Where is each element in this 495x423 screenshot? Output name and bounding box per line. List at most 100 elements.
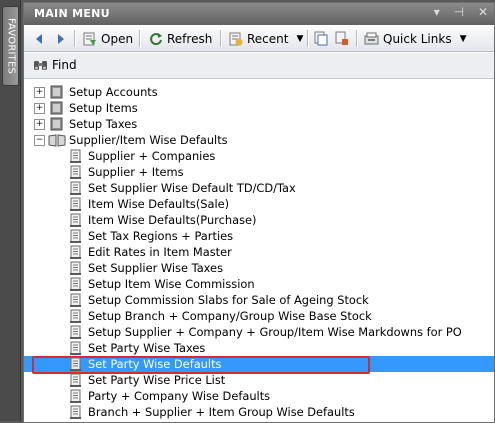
open-book-icon	[48, 134, 66, 147]
find-bar[interactable]: Find	[24, 53, 494, 79]
recent-icon	[229, 32, 243, 46]
tree-item[interactable]: Item Wise Defaults(Sale)	[24, 196, 494, 212]
delete-page-icon	[335, 31, 348, 45]
tree-item-label: Party + Company Wise Defaults	[88, 389, 271, 403]
document-icon	[70, 373, 81, 387]
tree-item[interactable]: Setup Supplier + Company + Group/Item Wi…	[24, 324, 494, 340]
document-icon	[70, 341, 81, 355]
tree-item-label: Set Supplier Wise Taxes	[88, 261, 224, 275]
tree-item[interactable]: Item Wise Defaults(Purchase)	[24, 212, 494, 228]
recent-button[interactable]: Recent ▼	[229, 30, 303, 47]
quick-links-button[interactable]: Quick Links ▼	[364, 30, 467, 47]
chevron-down-icon: ▼	[459, 33, 467, 44]
tree-item-label: Edit Rates in Item Master	[88, 245, 232, 259]
tree-item[interactable]: Setup Commission Slabs for Sale of Agein…	[24, 292, 494, 308]
document-icon	[70, 357, 81, 371]
tree-item-label: Set Party Wise Defaults	[88, 357, 222, 371]
copy-page-icon	[314, 31, 328, 46]
book-icon	[50, 101, 63, 115]
tree-group-label: Supplier/Item Wise Defaults	[69, 133, 228, 147]
document-icon	[70, 229, 81, 243]
expand-plus-icon[interactable]: +	[34, 87, 45, 98]
favorites-tab[interactable]: FAVORITES	[2, 6, 19, 86]
document-icon	[70, 213, 81, 227]
tree-item[interactable]: Set Supplier Wise Taxes	[24, 260, 494, 276]
tree-item[interactable]: Supplier + Companies	[24, 148, 494, 164]
main-menu-panel: MAIN MENU ▾ ⊣ ✕ Open Refresh Recent ▼ Qu…	[23, 2, 495, 423]
tree-group-setup-accounts[interactable]: + Setup Accounts	[24, 84, 494, 100]
menu-tree: + Setup Accounts + Setup Items + Setup T…	[24, 81, 494, 422]
copy-button[interactable]	[314, 30, 328, 47]
document-icon	[70, 389, 81, 403]
window-title: MAIN MENU	[34, 7, 110, 20]
quick-links-icon	[364, 32, 379, 45]
tree-item-selected[interactable]: Set Party Wise Defaults	[24, 356, 494, 374]
book-icon	[50, 85, 63, 99]
document-icon	[70, 325, 81, 339]
tree-item-label: Set Tax Regions + Parties	[88, 229, 234, 243]
toolbar-separator	[74, 30, 76, 47]
collapse-minus-icon[interactable]: −	[34, 135, 45, 146]
recent-label: Recent	[247, 31, 289, 46]
tree-group-setup-taxes[interactable]: + Setup Taxes	[24, 116, 494, 132]
tree-item[interactable]: Set Party Wise Taxes	[24, 340, 494, 356]
tree-item-label: Setup Item Wise Commission	[88, 277, 255, 291]
tree-item[interactable]: Set Party Wise Price List	[24, 372, 494, 388]
tree-item-label: Item Wise Defaults(Sale)	[88, 197, 230, 211]
tree-group-setup-items[interactable]: + Setup Items	[24, 100, 494, 116]
tree-item-label: Branch + Supplier + Item Group Wise Defa…	[88, 405, 355, 419]
document-icon	[70, 293, 81, 307]
expand-plus-icon[interactable]: +	[34, 103, 45, 114]
title-bar: MAIN MENU ▾ ⊣ ✕	[24, 3, 494, 25]
tree-item[interactable]: Set Tax Regions + Parties	[24, 228, 494, 244]
toolbar-separator	[220, 30, 222, 47]
chevron-down-icon: ▼	[296, 33, 304, 44]
open-label: Open	[101, 31, 134, 46]
document-icon	[70, 149, 81, 163]
title-controls: ▾ ⊣ ✕	[424, 5, 488, 19]
close-icon[interactable]: ✕	[478, 5, 488, 19]
tree-item[interactable]: Setup Item Wise Commission	[24, 276, 494, 292]
favorites-label: FAVORITES	[5, 17, 16, 75]
document-icon	[70, 277, 81, 291]
tree-item[interactable]: Party + Company Wise Defaults	[24, 388, 494, 404]
open-icon	[83, 32, 96, 46]
favorites-sidebar: FAVORITES	[0, 0, 21, 421]
delete-button[interactable]	[335, 30, 349, 47]
expand-plus-icon[interactable]: +	[34, 119, 45, 130]
binoculars-icon	[34, 61, 47, 70]
find-label: Find	[52, 58, 77, 72]
tree-item-label: Setup Commission Slabs for Sale of Agein…	[88, 293, 369, 307]
tree-item-label: Set Supplier Wise Default TD/CD/Tax	[88, 181, 296, 195]
document-icon	[70, 309, 81, 323]
tree-group-supplier-item-wise-defaults[interactable]: − Supplier/Item Wise Defaults	[24, 132, 494, 148]
document-icon	[70, 245, 81, 259]
tree-item[interactable]: Supplier + Items	[24, 164, 494, 180]
refresh-button[interactable]: Refresh	[149, 30, 212, 47]
toolbar: Open Refresh Recent ▼ Quick Links ▼	[24, 26, 494, 52]
dropdown-arrow-icon[interactable]: ▾	[434, 5, 440, 19]
back-arrow-icon	[36, 33, 42, 44]
document-icon	[70, 261, 81, 275]
tree-group-label: Setup Items	[69, 101, 138, 115]
refresh-icon	[150, 32, 162, 45]
tree-item[interactable]: Branch + Supplier + Item Group Wise Defa…	[24, 404, 494, 420]
tree-item-label: Setup Branch + Company/Group Wise Base S…	[88, 309, 372, 323]
tree-item-label: Setup Supplier + Company + Group/Item Wi…	[88, 325, 462, 339]
document-icon	[70, 197, 81, 211]
toolbar-separator	[356, 30, 358, 47]
tree-item-label: Set Party Wise Price List	[88, 373, 226, 387]
toolbar-separator	[307, 30, 309, 47]
tree-item[interactable]: Setup Branch + Company/Group Wise Base S…	[24, 308, 494, 324]
open-button[interactable]: Open	[83, 30, 133, 47]
forward-button[interactable]	[56, 30, 66, 47]
forward-arrow-icon	[58, 33, 64, 44]
tree-group-label: Setup Accounts	[69, 85, 158, 99]
tree-item-label: Supplier + Companies	[88, 149, 216, 163]
tree-item-label: Supplier + Items	[88, 165, 184, 179]
tree-item[interactable]: Edit Rates in Item Master	[24, 244, 494, 260]
back-button[interactable]	[34, 30, 44, 47]
refresh-label: Refresh	[167, 31, 213, 46]
pin-icon[interactable]: ⊣	[454, 5, 464, 19]
tree-item[interactable]: Set Supplier Wise Default TD/CD/Tax	[24, 180, 494, 196]
